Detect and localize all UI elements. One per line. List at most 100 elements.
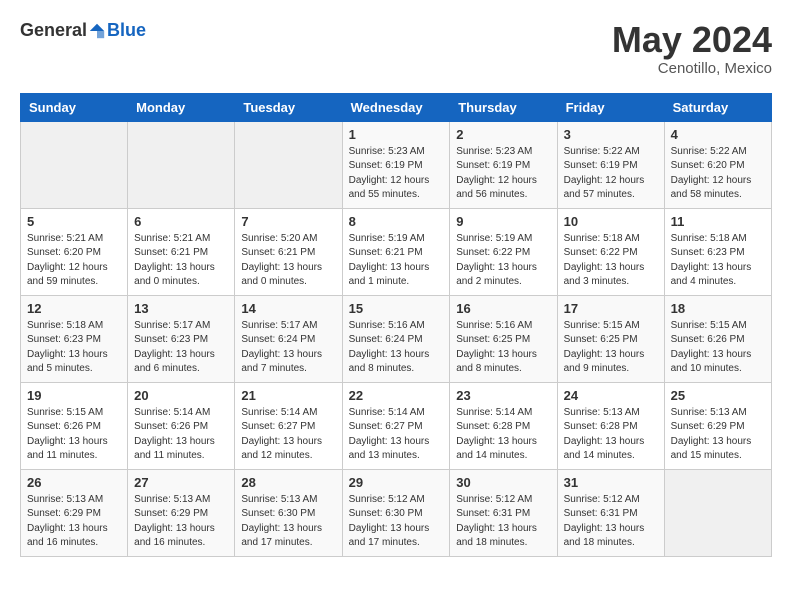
day-info: Sunrise: 5:19 AMSunset: 6:22 PMDaylight:… [456,232,550,290]
day-number: 19 [27,388,121,403]
day-number: 3 [564,127,658,142]
day-info: Sunrise: 5:18 AMSunset: 6:22 PMDaylight:… [564,232,658,290]
calendar-cell: 23 Sunrise: 5:14 AMSunset: 6:28 PMDayligh… [450,382,557,469]
column-header-tuesday: Tuesday [235,93,342,121]
day-number: 1 [349,127,444,142]
calendar-week-row: 5Sunrise: 5:21 AMSunset: 6:20 PMDaylight… [21,208,772,295]
day-number: 11 [671,214,765,229]
calendar-cell: 18Sunrise: 5:15 AMSunset: 6:26 PMDayligh… [664,295,771,382]
calendar-cell: 30 Sunrise: 5:12 AMSunset: 6:31 PMDayligh… [450,469,557,556]
calendar-table: SundayMondayTuesdayWednesdayThursdayFrid… [20,93,772,557]
calendar-cell: 3 Sunrise: 5:22 AMSunset: 6:19 PMDaylight… [557,121,664,208]
day-info: Sunrise: 5:12 AMSunset: 6:31 PMDaylight:… [564,493,658,551]
calendar-cell: 22Sunrise: 5:14 AMSunset: 6:27 PMDayligh… [342,382,450,469]
calendar-cell: 25 Sunrise: 5:13 AMSunset: 6:29 PMDayligh… [664,382,771,469]
calendar-cell [128,121,235,208]
day-info: Sunrise: 5:17 AMSunset: 6:24 PMDaylight:… [241,319,335,377]
day-number: 26 [27,475,121,490]
day-info: Sunrise: 5:13 AMSunset: 6:30 PMDaylight:… [241,493,335,551]
day-info: Sunrise: 5:18 AMSunset: 6:23 PMDaylight:… [27,319,121,377]
day-number: 23 [456,388,550,403]
day-info: Sunrise: 5:16 AMSunset: 6:24 PMDaylight:… [349,319,444,377]
calendar-cell: 26 Sunrise: 5:13 AMSunset: 6:29 PMDayligh… [21,469,128,556]
day-number: 31 [564,475,658,490]
calendar-cell: 12 Sunrise: 5:18 AMSunset: 6:23 PMDayligh… [21,295,128,382]
calendar-cell: 31 Sunrise: 5:12 AMSunset: 6:31 PMDayligh… [557,469,664,556]
location: Cenotillo, Mexico [612,60,772,77]
day-number: 20 [134,388,228,403]
day-info: Sunrise: 5:17 AMSunset: 6:23 PMDaylight:… [134,319,228,377]
day-number: 5 [27,214,121,229]
calendar-cell: 14 Sunrise: 5:17 AMSunset: 6:24 PMDayligh… [235,295,342,382]
day-info: Sunrise: 5:18 AMSunset: 6:23 PMDaylight:… [671,232,765,290]
day-info: Sunrise: 5:23 AMSunset: 6:19 PMDaylight:… [456,145,550,203]
calendar-cell [21,121,128,208]
day-number: 10 [564,214,658,229]
page-header: General Blue May 2024 Cenotillo, Mexico [20,20,772,77]
column-header-sunday: Sunday [21,93,128,121]
calendar-cell: 20 Sunrise: 5:14 AMSunset: 6:26 PMDayligh… [128,382,235,469]
day-number: 13 [134,301,228,316]
calendar-cell [235,121,342,208]
title-block: May 2024 Cenotillo, Mexico [612,20,772,77]
logo-icon [88,22,106,40]
day-number: 21 [241,388,335,403]
day-info: Sunrise: 5:14 AMSunset: 6:27 PMDaylight:… [349,406,444,464]
calendar-cell: 5Sunrise: 5:21 AMSunset: 6:20 PMDaylight… [21,208,128,295]
calendar-cell: 7 Sunrise: 5:20 AMSunset: 6:21 PMDaylight… [235,208,342,295]
day-number: 17 [564,301,658,316]
day-info: Sunrise: 5:13 AMSunset: 6:28 PMDaylight:… [564,406,658,464]
day-info: Sunrise: 5:15 AMSunset: 6:26 PMDaylight:… [27,406,121,464]
day-info: Sunrise: 5:20 AMSunset: 6:21 PMDaylight:… [241,232,335,290]
calendar-cell: 21Sunrise: 5:14 AMSunset: 6:27 PMDayligh… [235,382,342,469]
day-number: 30 [456,475,550,490]
day-number: 29 [349,475,444,490]
day-number: 16 [456,301,550,316]
day-number: 14 [241,301,335,316]
day-info: Sunrise: 5:22 AMSunset: 6:19 PMDaylight:… [564,145,658,203]
column-header-friday: Friday [557,93,664,121]
day-number: 12 [27,301,121,316]
day-number: 24 [564,388,658,403]
calendar-cell: 13 Sunrise: 5:17 AMSunset: 6:23 PMDayligh… [128,295,235,382]
day-info: Sunrise: 5:14 AMSunset: 6:26 PMDaylight:… [134,406,228,464]
calendar-cell: 9 Sunrise: 5:19 AMSunset: 6:22 PMDaylight… [450,208,557,295]
calendar-cell [664,469,771,556]
calendar-week-row: 1 Sunrise: 5:23 AMSunset: 6:19 PMDaylight… [21,121,772,208]
month-year: May 2024 [612,20,772,60]
day-number: 9 [456,214,550,229]
day-info: Sunrise: 5:12 AMSunset: 6:30 PMDaylight:… [349,493,444,551]
day-info: Sunrise: 5:13 AMSunset: 6:29 PMDaylight:… [134,493,228,551]
day-number: 8 [349,214,444,229]
day-number: 28 [241,475,335,490]
calendar-cell: 16Sunrise: 5:16 AMSunset: 6:25 PMDayligh… [450,295,557,382]
day-info: Sunrise: 5:13 AMSunset: 6:29 PMDaylight:… [671,406,765,464]
day-number: 15 [349,301,444,316]
logo-general: General [20,20,87,41]
calendar-cell: 8 Sunrise: 5:19 AMSunset: 6:21 PMDaylight… [342,208,450,295]
calendar-cell: 11 Sunrise: 5:18 AMSunset: 6:23 PMDayligh… [664,208,771,295]
calendar-week-row: 26 Sunrise: 5:13 AMSunset: 6:29 PMDayligh… [21,469,772,556]
day-info: Sunrise: 5:14 AMSunset: 6:28 PMDaylight:… [456,406,550,464]
day-number: 4 [671,127,765,142]
calendar-cell: 4Sunrise: 5:22 AMSunset: 6:20 PMDaylight… [664,121,771,208]
calendar-week-row: 19 Sunrise: 5:15 AMSunset: 6:26 PMDayligh… [21,382,772,469]
calendar-cell: 15 Sunrise: 5:16 AMSunset: 6:24 PMDayligh… [342,295,450,382]
column-header-saturday: Saturday [664,93,771,121]
day-number: 25 [671,388,765,403]
calendar-cell: 28 Sunrise: 5:13 AMSunset: 6:30 PMDayligh… [235,469,342,556]
calendar-cell: 29 Sunrise: 5:12 AMSunset: 6:30 PMDayligh… [342,469,450,556]
calendar-cell: 24 Sunrise: 5:13 AMSunset: 6:28 PMDayligh… [557,382,664,469]
logo-blue: Blue [107,20,146,41]
calendar-header-row: SundayMondayTuesdayWednesdayThursdayFrid… [21,93,772,121]
calendar-cell: 27Sunrise: 5:13 AMSunset: 6:29 PMDayligh… [128,469,235,556]
day-info: Sunrise: 5:12 AMSunset: 6:31 PMDaylight:… [456,493,550,551]
day-number: 7 [241,214,335,229]
day-info: Sunrise: 5:15 AMSunset: 6:26 PMDaylight:… [671,319,765,377]
column-header-wednesday: Wednesday [342,93,450,121]
day-info: Sunrise: 5:19 AMSunset: 6:21 PMDaylight:… [349,232,444,290]
calendar-cell: 17 Sunrise: 5:15 AMSunset: 6:25 PMDayligh… [557,295,664,382]
day-info: Sunrise: 5:15 AMSunset: 6:25 PMDaylight:… [564,319,658,377]
calendar-cell: 1Sunrise: 5:23 AMSunset: 6:19 PMDaylight… [342,121,450,208]
day-info: Sunrise: 5:13 AMSunset: 6:29 PMDaylight:… [27,493,121,551]
